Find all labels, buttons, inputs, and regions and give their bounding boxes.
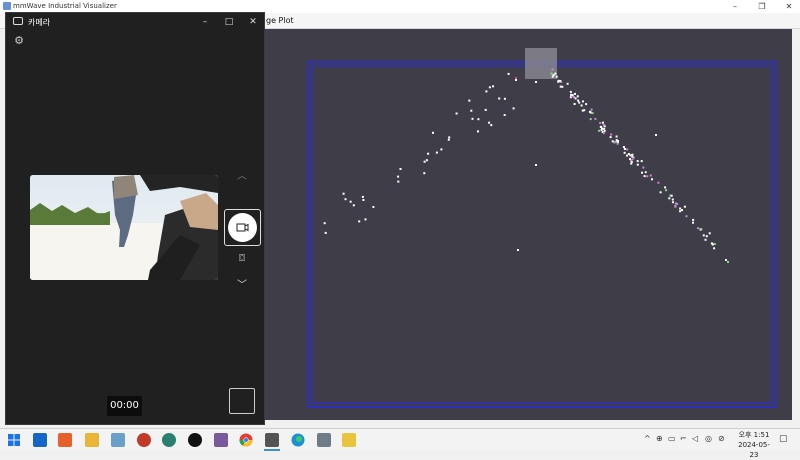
globe-icon[interactable]: ◎ — [705, 434, 712, 443]
app-icon[interactable] — [214, 433, 228, 447]
settings-icon[interactable]: ⚙ — [13, 35, 25, 47]
window-title: mmWave Industrial Visualizer — [13, 2, 117, 10]
tray-icon[interactable]: ⊕ — [656, 434, 663, 443]
tray-icon[interactable]: ⊘ — [718, 434, 725, 443]
record-video-button[interactable] — [224, 209, 261, 246]
maximize-icon[interactable]: ❐ — [755, 1, 769, 12]
folder-icon[interactable] — [85, 433, 99, 447]
notification-icon[interactable]: ▢ — [779, 434, 788, 444]
start-icon[interactable] — [7, 433, 21, 447]
taskbar: ^ ⊕ ▭ ⌐ ◁ ◎ ⊘ 오후 1:51 2024-05-23 ▢ — [0, 428, 800, 459]
camera-preview — [30, 175, 218, 280]
gallery-thumbnail[interactable] — [229, 388, 255, 414]
point-cloud — [323, 68, 729, 263]
app-icon[interactable] — [111, 433, 125, 447]
app-icon[interactable] — [162, 433, 176, 447]
close-icon[interactable]: ✕ — [782, 1, 796, 12]
edge-icon[interactable] — [291, 433, 305, 447]
close-icon[interactable]: ✕ — [246, 16, 260, 28]
plot-frame-outer — [307, 61, 777, 408]
app-icon — [3, 2, 11, 10]
chevron-up-icon[interactable]: ^ — [644, 434, 651, 443]
tab-plot[interactable]: ge Plot — [266, 16, 294, 25]
clock-date: 2024-05-23 — [738, 441, 770, 459]
volume-icon[interactable]: ◁ — [692, 434, 698, 443]
app-icon[interactable] — [58, 433, 72, 447]
video-icon — [236, 223, 249, 232]
camera-title: 카메라 — [28, 18, 51, 27]
radar-plot[interactable] — [265, 29, 792, 420]
camera-window: 카메라 – □ ✕ ⚙ ︿ ⌼ ﹀ 00:00 — [5, 12, 265, 425]
recording-timer: 00:00 — [107, 396, 142, 416]
minimize-icon[interactable]: – — [728, 1, 742, 12]
app-icon[interactable] — [137, 433, 151, 447]
maximize-icon[interactable]: □ — [222, 16, 236, 28]
app-icon[interactable] — [342, 433, 356, 447]
clock-time: 오후 1:51 — [738, 431, 770, 439]
outlook-icon[interactable] — [33, 433, 47, 447]
camera-icon — [13, 17, 23, 25]
camera-titlebar: 카메라 – □ ✕ — [6, 13, 264, 31]
chrome-icon[interactable] — [239, 433, 253, 447]
minimize-icon[interactable]: – — [198, 16, 212, 28]
app-icon[interactable] — [188, 433, 202, 447]
active-indicator — [264, 449, 280, 451]
network-icon[interactable]: ⌐ — [680, 434, 687, 443]
chevron-up-icon[interactable]: ︿ — [234, 167, 250, 182]
camera-icon[interactable]: ⌼ — [234, 253, 250, 267]
battery-icon[interactable]: ▭ — [668, 434, 676, 443]
chevron-down-icon[interactable]: ﹀ — [234, 276, 250, 291]
camera-icon[interactable] — [265, 433, 279, 447]
app-icon[interactable] — [317, 433, 331, 447]
plot-canvas — [307, 48, 777, 408]
system-clock[interactable]: 오후 1:51 2024-05-23 — [734, 430, 774, 460]
